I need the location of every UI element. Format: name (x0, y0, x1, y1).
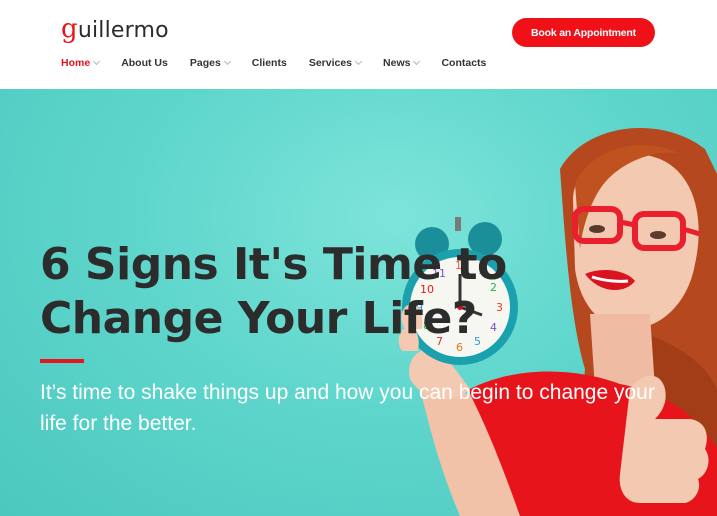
chevron-down-icon (413, 57, 421, 66)
nav-item-contacts[interactable]: Contacts (441, 57, 486, 69)
hero-banner: 12 1 2 3 4 5 6 7 8 9 10 11 6 Signs It's … (0, 89, 717, 516)
logo-first-letter: g (61, 14, 78, 44)
site-logo[interactable]: guillermo (61, 14, 169, 44)
nav-item-label: Contacts (441, 57, 487, 69)
logo-text: uillermo (77, 18, 169, 43)
nav-item-pages[interactable]: Pages (189, 57, 231, 69)
nav-item-label: News (383, 57, 411, 69)
headline-line-1: 6 Signs It's Time to (40, 239, 507, 290)
nav-item-services[interactable]: Services (308, 57, 363, 69)
main-nav: Home About Us Pages Clients Services New… (61, 57, 508, 69)
accent-divider (40, 359, 84, 363)
hero-subtitle: It’s time to shake things up and how you… (40, 381, 655, 435)
nav-item-clients[interactable]: Clients (252, 57, 287, 69)
nav-item-label: Clients (251, 57, 287, 69)
headline-line-2: Change Your Life? (40, 293, 477, 344)
site-header: guillermo Book an Appointment Home About… (0, 0, 717, 89)
nav-item-label: About Us (121, 57, 168, 69)
nav-item-news[interactable]: News (383, 57, 421, 69)
chevron-down-icon (223, 57, 231, 66)
nav-item-label: Services (308, 57, 353, 69)
hero-headline: 6 Signs It's Time to Change Your Life? (40, 238, 507, 346)
book-appointment-button[interactable]: Book an Appointment (512, 18, 655, 47)
chevron-down-icon (354, 57, 363, 66)
nav-item-label: Home (61, 57, 91, 69)
nav-item-home[interactable]: Home (61, 57, 101, 69)
nav-item-label: Pages (189, 57, 221, 69)
chevron-down-icon (93, 57, 101, 66)
nav-item-about-us[interactable]: About Us (121, 57, 168, 69)
